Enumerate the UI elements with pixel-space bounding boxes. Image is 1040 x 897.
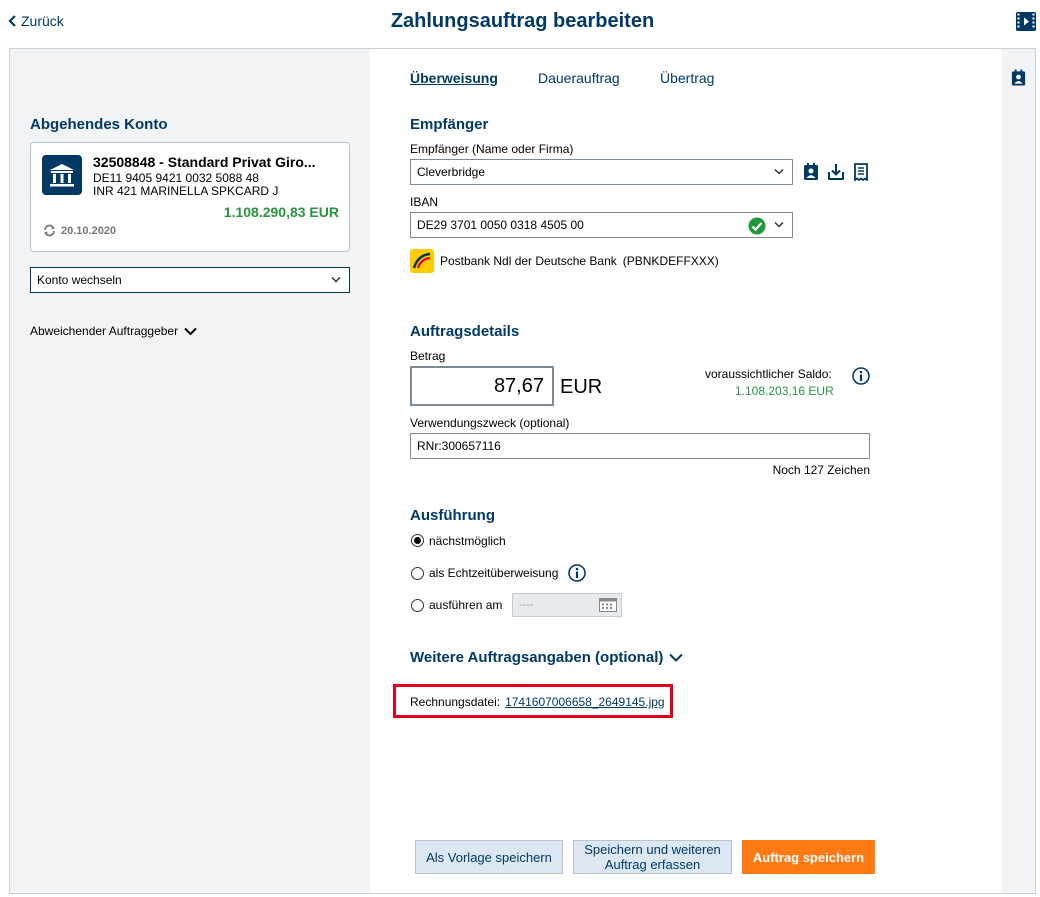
chevron-down-icon <box>669 653 684 662</box>
top-bar: Zurück Zahlungsauftrag bearbeiten <box>0 0 1040 46</box>
purpose-input[interactable]: RNr:300657116 <box>410 433 870 459</box>
account-card: 32508848 - Standard Privat Giro... DE11 … <box>30 142 350 252</box>
account-card-name: INR 421 MARINELLA SPKCARD J <box>93 184 279 198</box>
iban-label: IBAN <box>410 195 439 209</box>
switch-account-label: Konto wechseln <box>37 273 122 287</box>
payment-form-frame: Abgehendes Konto 32508848 - Standard Pri… <box>9 48 1036 894</box>
amount-label: Betrag <box>410 349 446 363</box>
purpose-value: RNr:300657116 <box>417 439 501 453</box>
order-form: Überweisung Dauerauftrag Übertrag Empfän… <box>370 49 1002 893</box>
video-help-icon[interactable] <box>1016 12 1036 31</box>
save-template-button[interactable]: Als Vorlage speichern <box>415 840 563 874</box>
recipient-heading: Empfänger <box>410 116 489 133</box>
save-order-button[interactable]: Auftrag speichern <box>742 840 875 874</box>
refresh-icon <box>44 224 55 237</box>
execution-date-input[interactable]: ---- <box>512 593 622 617</box>
bank-name: Postbank Ndl der Deutsche Bank <box>440 254 617 268</box>
postbank-logo-icon <box>410 249 434 273</box>
page-title: Zahlungsauftrag bearbeiten <box>390 10 655 32</box>
right-toolbar <box>1002 49 1035 893</box>
tab-ueberweisung[interactable]: Überweisung <box>410 70 498 86</box>
chevron-down-icon <box>331 276 341 283</box>
recipient-name-label: Empfänger (Name oder Firma) <box>410 142 574 156</box>
saldo-value: 1.108.203,16 EUR <box>735 384 834 398</box>
saldo-label: voraussichtlicher Saldo: <box>705 367 832 381</box>
account-iban: DE11 9405 9421 0032 5088 48 <box>93 171 259 185</box>
radio-execute-on[interactable] <box>411 599 424 612</box>
iban-field[interactable]: DE29 3701 0050 0318 4505 00 <box>410 212 793 238</box>
more-details-toggle[interactable]: Weitere Auftragsangaben (optional) <box>410 649 684 666</box>
account-name: 32508848 - Standard Privat Giro... <box>93 154 316 170</box>
amount-value: 87,67 <box>493 374 544 397</box>
recipient-name-value: Cleverbridge <box>417 165 486 179</box>
document-list-icon[interactable] <box>852 163 870 181</box>
execution-heading: Ausführung <box>410 507 495 524</box>
check-circle-icon <box>748 217 766 235</box>
switch-account-select[interactable]: Konto wechseln <box>30 267 350 293</box>
chevron-down-icon <box>774 168 784 175</box>
amount-input[interactable]: 87,67 <box>410 366 554 406</box>
bank-bic: (PBNKDEFFXXX) <box>622 254 719 268</box>
tab-dauerauftrag[interactable]: Dauerauftrag <box>538 70 620 86</box>
radio-instant-label: als Echtzeitüberweisung <box>429 566 559 580</box>
bank-icon <box>42 155 82 195</box>
account-refresh[interactable]: 20.10.2020 <box>42 224 116 237</box>
radio-next-possible[interactable] <box>411 534 424 547</box>
recipient-name-field[interactable]: Cleverbridge <box>410 159 793 185</box>
account-date: 20.10.2020 <box>61 224 117 237</box>
more-details-heading: Weitere Auftragsangaben (optional) <box>410 649 664 666</box>
iban-value: DE29 3701 0050 0318 4505 00 <box>417 218 584 232</box>
info-icon[interactable] <box>568 564 586 582</box>
radio-instant[interactable] <box>411 567 424 580</box>
info-icon[interactable] <box>852 367 870 385</box>
other-payer-toggle[interactable]: Abweichender Auftraggeber <box>30 324 197 338</box>
contacts-icon[interactable] <box>1010 69 1027 87</box>
execution-date-placeholder: ---- <box>519 599 534 611</box>
save-and-new-button[interactable]: Speichern und weiteren Auftrag erfassen <box>573 840 732 874</box>
account-balance: 1.108.290,83 EUR <box>223 204 339 220</box>
download-icon[interactable] <box>827 163 845 181</box>
chars-remaining: Noch 127 Zeichen <box>772 463 870 477</box>
currency-label: EUR <box>560 376 603 398</box>
order-details-heading: Auftragsdetails <box>410 323 520 340</box>
chevron-down-icon <box>774 221 784 228</box>
radio-execute-on-label: ausführen am <box>429 598 503 612</box>
radio-next-possible-label: nächstmöglich <box>429 534 506 548</box>
outgoing-account-heading: Abgehendes Konto <box>30 116 168 133</box>
address-book-icon[interactable] <box>802 163 820 181</box>
chevron-down-icon <box>184 327 197 335</box>
account-panel: Abgehendes Konto 32508848 - Standard Pri… <box>10 49 370 893</box>
bank-info: Postbank Ndl der Deutsche Bank (PBNKDEFF… <box>410 249 719 273</box>
other-payer-label: Abweichender Auftraggeber <box>30 324 179 338</box>
tab-uebertrag[interactable]: Übertrag <box>660 70 714 86</box>
highlight-box <box>393 684 673 718</box>
purpose-label: Verwendungszweck (optional) <box>410 416 570 430</box>
calendar-icon[interactable] <box>599 598 617 612</box>
